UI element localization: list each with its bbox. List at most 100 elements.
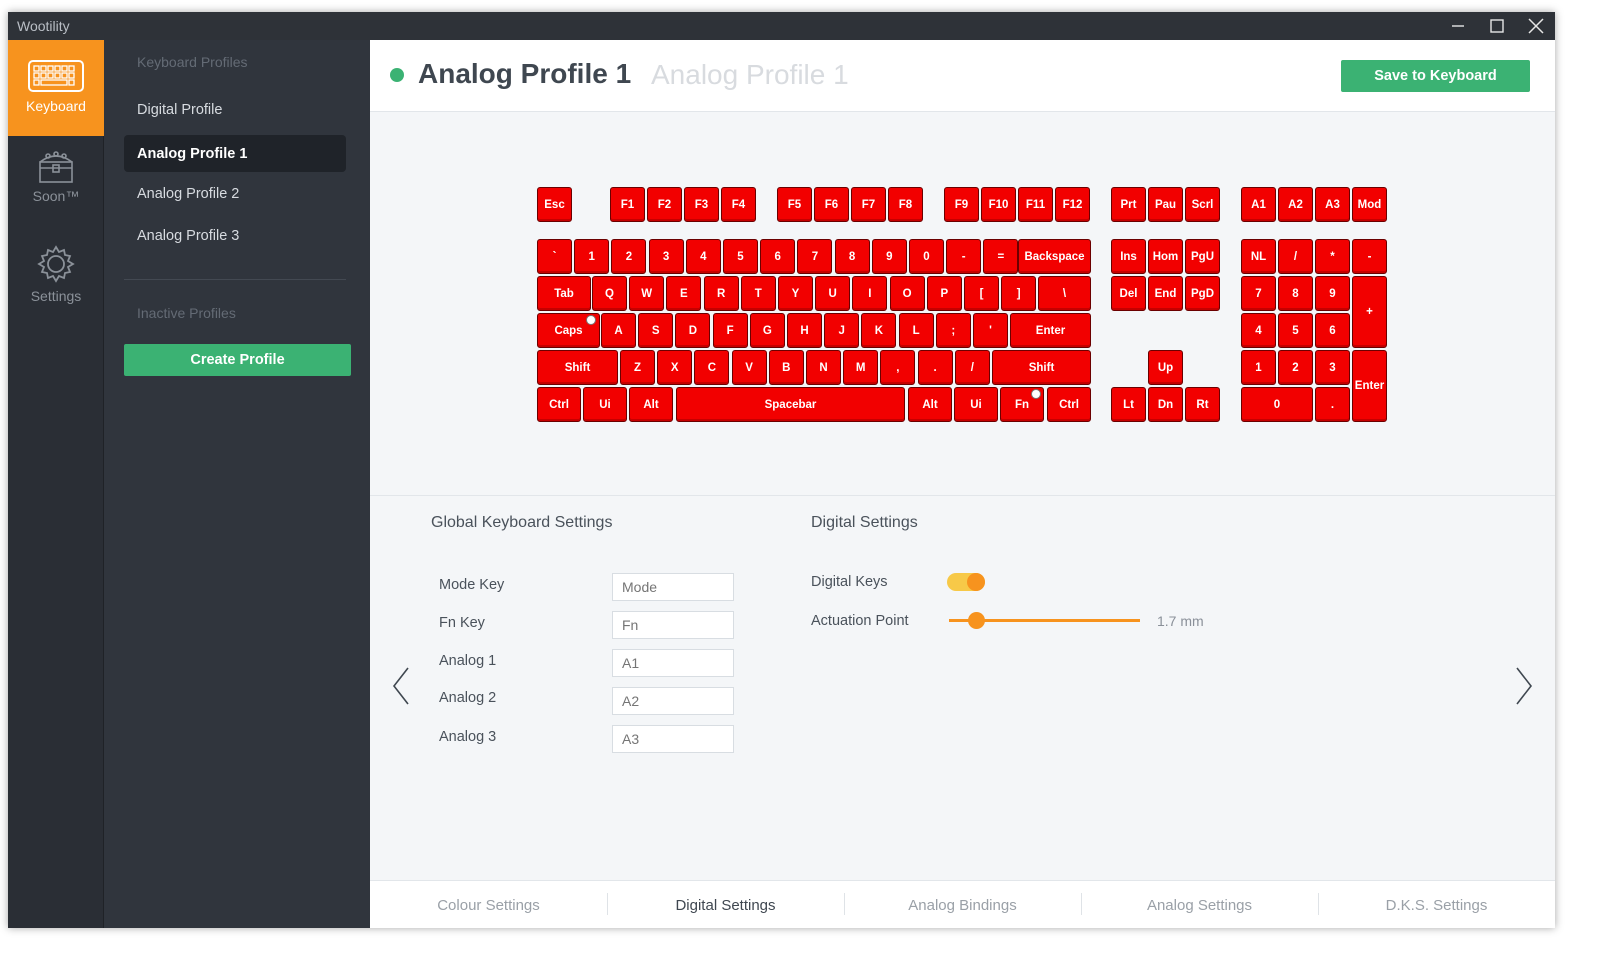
key[interactable]: End (1148, 276, 1183, 311)
key[interactable]: Y (778, 276, 813, 311)
key[interactable]: Alt (908, 387, 952, 422)
key[interactable]: P (926, 276, 962, 311)
key[interactable]: 7 (797, 239, 833, 274)
mode-key-input[interactable] (612, 573, 734, 601)
profile-name-subtitle[interactable]: Analog Profile 1 (651, 59, 849, 91)
analog-3-input[interactable] (612, 725, 734, 753)
key[interactable]: 3 (648, 239, 684, 274)
fn-key-input[interactable] (612, 611, 734, 639)
profile-item-analog-2[interactable]: Analog Profile 2 (124, 175, 346, 212)
key[interactable]: O (889, 276, 925, 311)
key[interactable]: ` (537, 239, 572, 274)
key[interactable]: Prt (1111, 187, 1146, 222)
key[interactable]: F1 (610, 187, 645, 222)
tab-dks-settings[interactable]: D.K.S. Settings (1318, 881, 1555, 929)
key[interactable]: Mod (1352, 187, 1387, 222)
key[interactable]: , (880, 350, 916, 385)
key[interactable]: 5 (1278, 313, 1313, 348)
key[interactable]: W (629, 276, 665, 311)
key[interactable]: Enter (1352, 350, 1387, 422)
key[interactable]: F3 (684, 187, 719, 222)
key[interactable]: V (731, 350, 767, 385)
key[interactable]: [ (964, 276, 999, 311)
key[interactable]: Backspace (1018, 239, 1091, 274)
key[interactable]: Rt (1185, 387, 1220, 422)
key[interactable]: 9 (871, 239, 907, 274)
key[interactable]: Del (1111, 276, 1146, 311)
key[interactable]: A2 (1278, 187, 1313, 222)
key[interactable]: A3 (1315, 187, 1350, 222)
key[interactable]: Tab (537, 276, 591, 311)
key[interactable]: . (917, 350, 953, 385)
key[interactable]: F8 (888, 187, 923, 222)
save-to-keyboard-button[interactable]: Save to Keyboard (1341, 60, 1530, 92)
key[interactable]: Up (1148, 350, 1183, 385)
key[interactable]: = (983, 239, 1019, 274)
key[interactable]: 0 (909, 239, 944, 274)
analog-2-input[interactable] (612, 687, 734, 715)
tab-digital-settings[interactable]: Digital Settings (607, 881, 844, 929)
key[interactable]: F9 (944, 187, 979, 222)
key[interactable]: 6 (760, 239, 796, 274)
digital-keys-toggle[interactable] (947, 573, 985, 591)
rail-item-settings[interactable]: Settings (8, 244, 104, 340)
key[interactable]: 4 (1241, 313, 1276, 348)
key[interactable]: M (843, 350, 879, 385)
key[interactable]: / (1278, 239, 1313, 274)
key[interactable]: L (898, 313, 934, 348)
key[interactable]: D (675, 313, 711, 348)
maximize-button[interactable] (1478, 12, 1516, 40)
profile-item-analog-3[interactable]: Analog Profile 3 (124, 217, 346, 254)
key[interactable]: * (1315, 239, 1350, 274)
key[interactable]: F12 (1055, 187, 1090, 222)
key[interactable]: - (946, 239, 982, 274)
key[interactable]: PgD (1185, 276, 1220, 311)
actuation-slider-handle[interactable] (968, 612, 985, 629)
key[interactable]: X (657, 350, 693, 385)
analog-1-input[interactable] (612, 649, 734, 677)
profile-item-digital[interactable]: Digital Profile (124, 91, 346, 128)
key[interactable]: Ui (583, 387, 627, 422)
key[interactable]: K (861, 313, 897, 348)
key[interactable]: T (740, 276, 776, 311)
key[interactable]: Ins (1111, 239, 1146, 274)
key[interactable]: 9 (1315, 276, 1350, 311)
key[interactable]: Q (592, 276, 627, 311)
key[interactable]: Ui (954, 387, 998, 422)
key[interactable]: F5 (777, 187, 812, 222)
key[interactable]: R (703, 276, 739, 311)
key[interactable]: A (601, 313, 636, 348)
key[interactable]: C (694, 350, 730, 385)
key[interactable]: 6 (1315, 313, 1350, 348)
key[interactable]: Ctrl (1047, 387, 1091, 422)
key[interactable]: Ctrl (537, 387, 581, 422)
key[interactable]: F10 (981, 187, 1016, 222)
key[interactable]: 3 (1315, 350, 1350, 385)
rail-item-soon[interactable]: Soon™ (8, 146, 104, 242)
key[interactable]: 2 (1278, 350, 1313, 385)
key[interactable]: I (852, 276, 888, 311)
key[interactable]: B (768, 350, 804, 385)
key[interactable]: F2 (647, 187, 682, 222)
close-button[interactable] (1517, 12, 1555, 40)
key[interactable]: 8 (1278, 276, 1313, 311)
tab-analog-settings[interactable]: Analog Settings (1081, 881, 1318, 929)
key[interactable]: ' (973, 313, 1008, 348)
key[interactable]: Shift (992, 350, 1091, 385)
key[interactable]: A1 (1241, 187, 1276, 222)
key[interactable]: Spacebar (676, 387, 905, 422)
key[interactable]: S (638, 313, 674, 348)
key[interactable]: 2 (611, 239, 647, 274)
key[interactable]: N (806, 350, 841, 385)
key[interactable]: 4 (685, 239, 721, 274)
key[interactable]: 1 (574, 239, 610, 274)
key[interactable]: H (787, 313, 822, 348)
key[interactable]: Enter (1010, 313, 1091, 348)
key[interactable]: ] (1001, 276, 1037, 311)
rail-item-keyboard[interactable]: Keyboard (8, 40, 104, 136)
key[interactable]: Scrl (1185, 187, 1220, 222)
key[interactable]: 7 (1241, 276, 1276, 311)
key[interactable]: Hom (1148, 239, 1183, 274)
key[interactable]: U (815, 276, 851, 311)
key[interactable]: - (1352, 239, 1387, 274)
